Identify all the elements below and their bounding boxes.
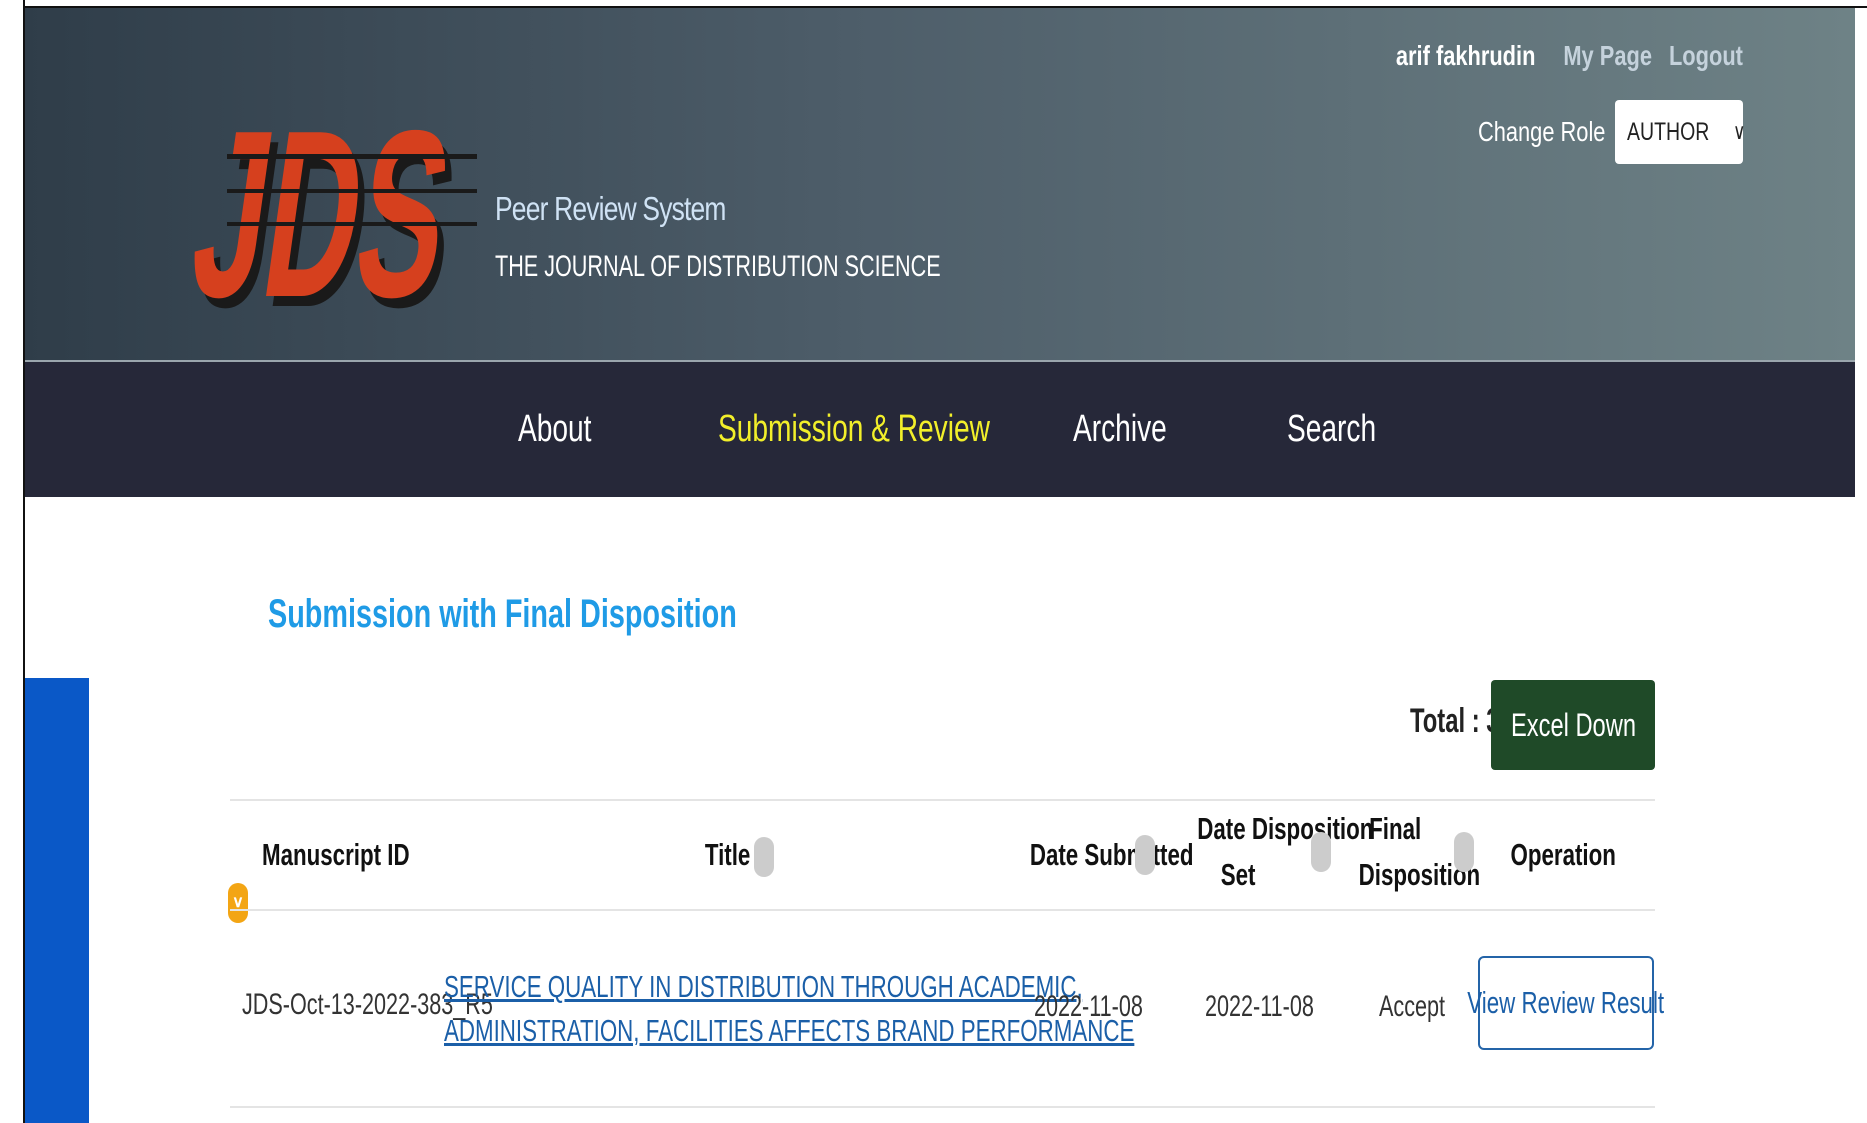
user-links: arif fakhrudin My Page Logout [1396, 40, 1743, 72]
nav-archive[interactable]: Archive [1073, 408, 1167, 451]
site-header: JDS JDS Peer Review System THE JOURNAL O… [25, 8, 1855, 360]
excel-down-label: Excel Down [1510, 706, 1636, 743]
cell-date-disposition-set: 2022-11-08 [1205, 990, 1314, 1023]
col-header-operation: Operation [1510, 837, 1616, 872]
col-header-date-disposition-set[interactable]: Date Disposition Set [1163, 806, 1373, 898]
table-top-border [230, 799, 1655, 801]
chevron-down-icon: ∨ [1732, 119, 1746, 144]
jds-logo[interactable]: JDS JDS [179, 80, 487, 357]
sort-icon[interactable] [753, 836, 774, 877]
view-review-result-button[interactable]: View Review Result [1468, 956, 1664, 1050]
page-title: Submission with Final Disposition [268, 592, 737, 636]
cell-final-disposition: Accept [1379, 990, 1446, 1023]
logout-link[interactable]: Logout [1669, 40, 1743, 71]
jds-logo-graphic: JDS JDS [179, 80, 477, 357]
change-role-row: Change Role AUTHOR ∨ [1442, 100, 1746, 164]
window-frame-top [0, 0, 1867, 8]
user-name: arif fakhrudin [1395, 40, 1536, 71]
total-count: Total : 3 [1410, 702, 1500, 740]
sort-icon[interactable] [1135, 835, 1155, 875]
sidebar-accent [25, 678, 89, 1123]
my-page-link[interactable]: My Page [1563, 40, 1652, 71]
table-header-border [230, 909, 1655, 911]
change-role-label: Change Role [1477, 116, 1605, 147]
nav-search[interactable]: Search [1287, 408, 1376, 451]
sort-icon[interactable] [1311, 832, 1331, 872]
cell-date-submitted: 2022-11-08 [1034, 990, 1143, 1023]
col-header-final-disposition[interactable]: Final Disposition [1335, 806, 1481, 898]
nav-about[interactable]: About [518, 408, 591, 451]
view-review-result-label: View Review Result [1467, 985, 1665, 1020]
main-nav: About Submission & Review Archive Search [25, 362, 1855, 497]
sort-icon[interactable] [1454, 832, 1474, 872]
journal-name: THE JOURNAL OF DISTRIBUTION SCIENCE [495, 250, 941, 283]
sort-active-icon[interactable]: ∨ [228, 882, 248, 923]
nav-submission-review[interactable]: Submission & Review [718, 408, 990, 451]
role-selected-value: AUTHOR [1627, 117, 1710, 146]
svg-text:JDS: JDS [187, 94, 465, 334]
col-header-title[interactable]: Title [680, 832, 790, 878]
window-frame-left [0, 0, 25, 1123]
excel-down-button[interactable]: Excel Down [1491, 680, 1655, 770]
system-subtitle: Peer Review System [495, 190, 726, 227]
role-select[interactable]: AUTHOR ∨ [1615, 100, 1746, 164]
table-row-border [230, 1106, 1655, 1108]
